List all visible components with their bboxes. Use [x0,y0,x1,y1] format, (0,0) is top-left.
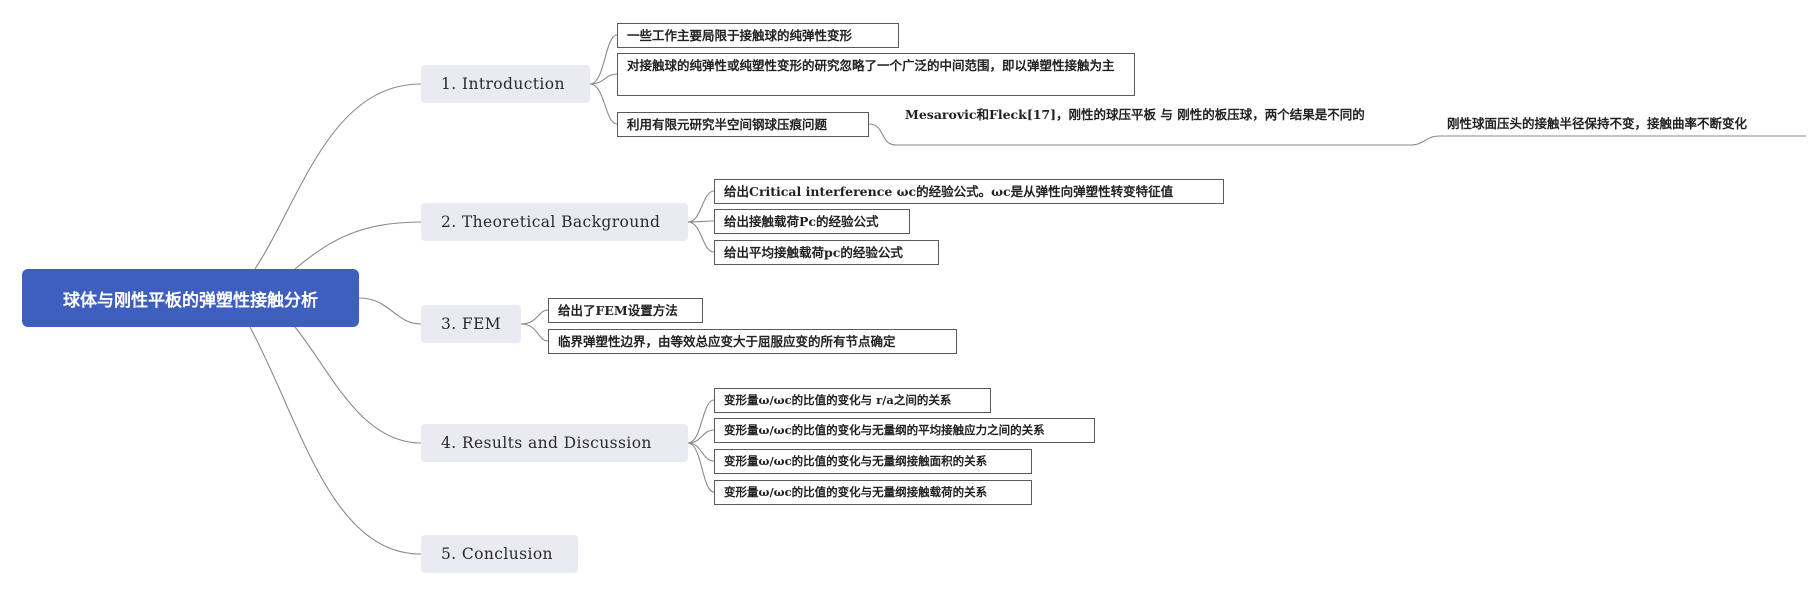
connector-root-results [294,326,422,444]
connector-root-theory [294,221,422,270]
fem-item-2[interactable]: 临界弹塑性边界，由等效总应变大于屈服应变的所有节点确定 [548,329,957,354]
connector-theory-leaf3 [687,221,715,253]
intro-item-3-subtopic[interactable]: Mesarovic和Fleck[17]，刚性的球压平板 与 刚性的板压球，两个结… [905,105,1403,124]
theory-item-1[interactable]: 给出Critical interference ωc的经验公式。ωc是从弹性向弹… [714,179,1224,204]
connector-root-intro [254,83,422,270]
theory-item-2[interactable]: 给出接触载荷Pc的经验公式 [714,209,910,234]
theory-item-3[interactable]: 给出平均接触载荷pc的经验公式 [714,240,939,265]
connector-leaf3-mesarovic [868,123,1410,146]
connector-intro-leaf1 [589,34,618,85]
fem-item-1[interactable]: 给出了FEM设置方法 [548,298,703,323]
connector-root-conclusion [249,326,422,555]
topic-results-discussion[interactable]: 4. Results and Discussion [421,424,688,462]
intro-item-3[interactable]: 利用有限元研究半空间钢球压痕问题 [617,112,869,137]
intro-item-2[interactable]: 对接触球的纯弹性或纯塑性变形的研究忽略了一个广泛的中间范围，即以弹塑性接触为主 [617,53,1135,96]
results-item-4[interactable]: 变形量ω/ωc的比值的变化与无量纲接触载荷的关系 [714,480,1032,505]
intro-item-1[interactable]: 一些工作主要局限于接触球的纯弹性变形 [617,23,899,48]
root-topic[interactable]: 球体与刚性平板的弹塑性接触分析 [22,269,359,327]
connector-fem-leaf1 [520,309,549,325]
topic-fem[interactable]: 3. FEM [421,305,521,343]
intro-item-3-subtopic-detail[interactable]: 刚性球面压头的接触半径保持不变，接触曲率不断变化 [1447,114,1802,133]
connector-intro-leaf3 [589,83,618,125]
mind-map: 球体与刚性平板的弹塑性接触分析 1. Introduction 2. Theor… [0,0,1818,593]
topic-conclusion[interactable]: 5. Conclusion [421,535,578,573]
connector-mesarovic-result [1409,135,1806,146]
connector-results-leaf3 [687,442,715,462]
connector-fem-leaf2 [520,323,549,342]
connector-root-fem [358,297,422,325]
results-item-3[interactable]: 变形量ω/ωc的比值的变化与无量纲接触面积的关系 [714,449,1032,474]
topic-theoretical-background[interactable]: 2. Theoretical Background [421,203,688,241]
results-item-1[interactable]: 变形量ω/ωc的比值的变化与 r/a之间的关系 [714,388,991,413]
results-item-2[interactable]: 变形量ω/ωc的比值的变化与无量纲的平均接触应力之间的关系 [714,418,1095,443]
topic-introduction[interactable]: 1. Introduction [421,65,590,103]
connector-theory-leaf1 [687,190,715,223]
